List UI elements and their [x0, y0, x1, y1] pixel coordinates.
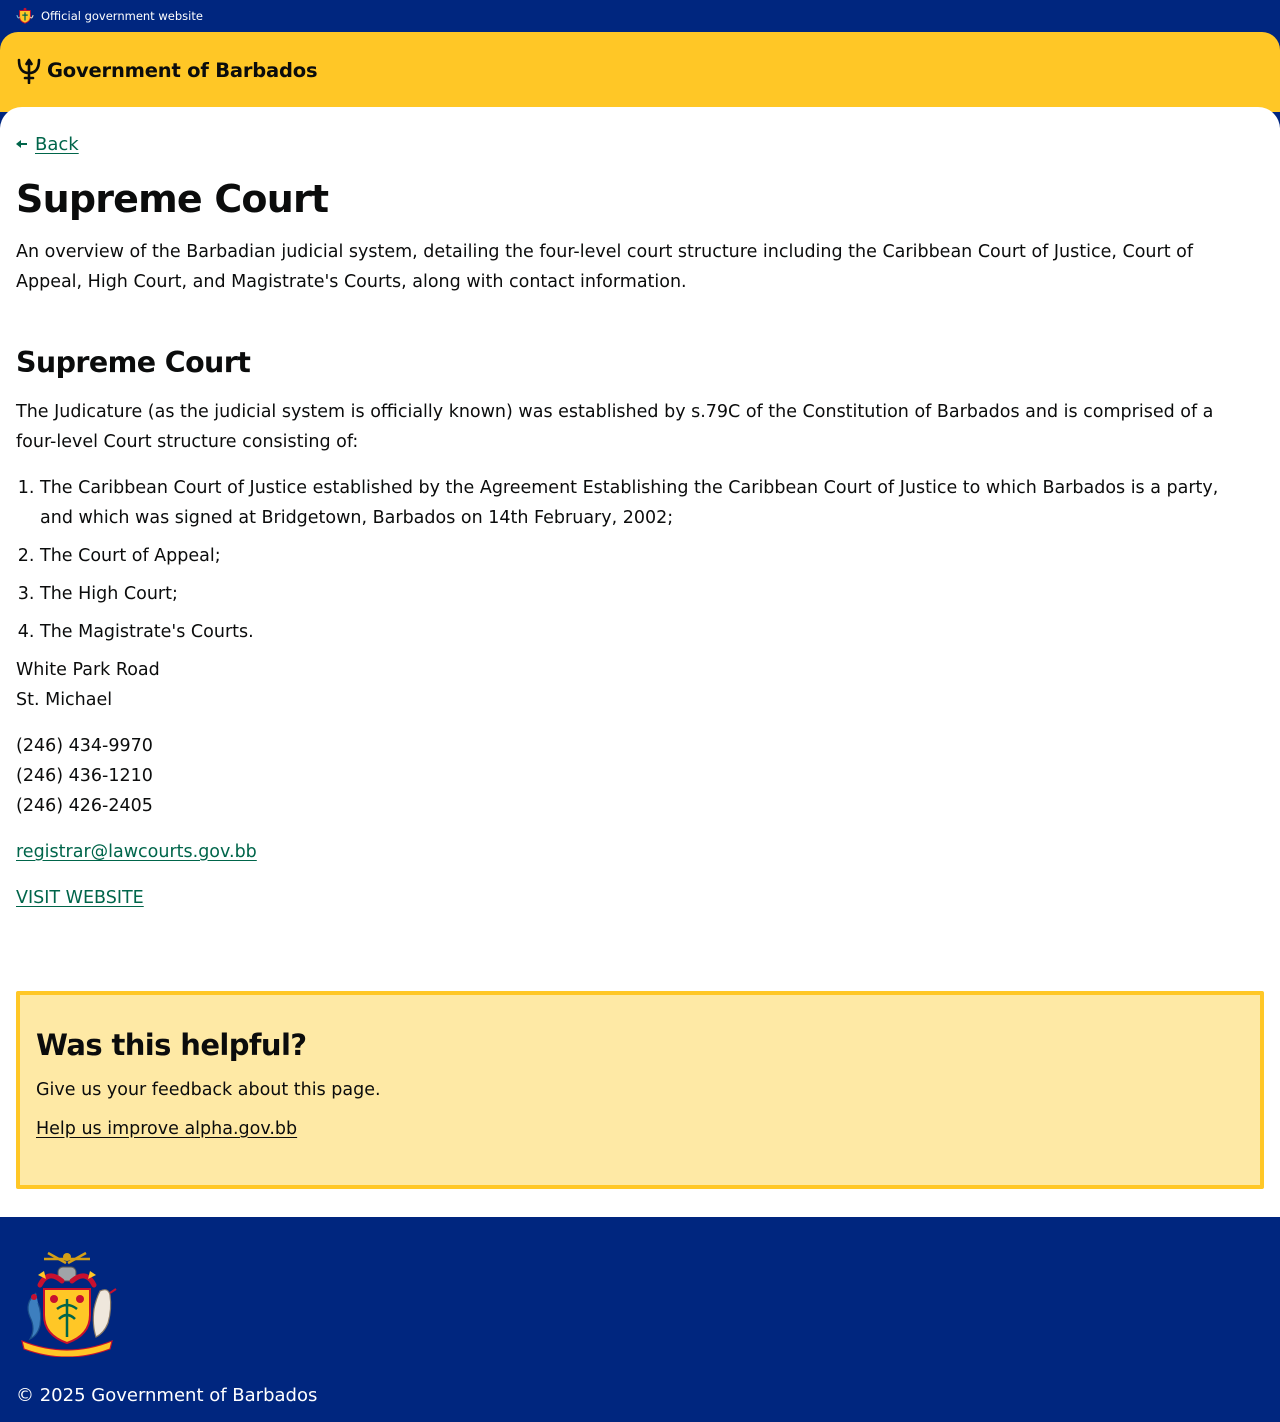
coat-of-arms-icon [21, 1251, 117, 1357]
address: White Park Road St. Michael [16, 655, 1264, 715]
feedback-link[interactable]: Help us improve alpha.gov.bb [36, 1119, 297, 1139]
address-line: St. Michael [16, 690, 113, 710]
main-content: Back Supreme Court An overview of the Ba… [0, 107, 1280, 1217]
official-site-label: Official government website [41, 9, 203, 23]
list-item: The Court of Appeal; [40, 541, 1256, 571]
barbados-crest-icon [16, 7, 34, 24]
section-heading: Supreme Court [16, 346, 251, 379]
arrow-left-icon [16, 140, 27, 148]
copyright: © 2025 Government of Barbados [16, 1385, 318, 1406]
phone-number: (246) 426-2405 [16, 796, 153, 816]
site-footer: © 2025 Government of Barbados [0, 1217, 1280, 1422]
list-item: The High Court; [40, 579, 1256, 609]
feedback-heading: Was this helpful? [36, 1028, 307, 1062]
phone-numbers: (246) 434-9970 (246) 436-1210 (246) 426-… [16, 731, 1264, 821]
back-link-row: Back [16, 133, 1264, 155]
page-summary: An overview of the Barbadian judicial sy… [16, 242, 1193, 292]
site-name: Government of Barbados [47, 58, 318, 82]
brand-header: Government of Barbados [0, 32, 1280, 112]
official-banner: Official government website [0, 0, 1280, 32]
trident-icon [17, 58, 41, 84]
back-link[interactable]: Back [35, 134, 79, 155]
court-levels-list: The Caribbean Court of Justice establish… [16, 473, 1256, 647]
home-logo-link[interactable]: Government of Barbados [16, 56, 318, 84]
email-row: registrar@lawcourts.gov.bb [16, 837, 1264, 867]
feedback-panel: Was this helpful? Give us your feedback … [16, 991, 1264, 1189]
section-intro: The Judicature (as the judicial system i… [16, 402, 1214, 452]
phone-number: (246) 434-9970 [16, 736, 153, 756]
list-item: The Caribbean Court of Justice establish… [40, 473, 1256, 533]
visit-website-link[interactable]: VISIT WEBSITE [16, 888, 144, 908]
website-row: VISIT WEBSITE [16, 883, 1264, 913]
phone-number: (246) 436-1210 [16, 766, 153, 786]
address-line: White Park Road [16, 660, 160, 680]
feedback-text: Give us your feedback about this page. [36, 1080, 381, 1100]
email-link[interactable]: registrar@lawcourts.gov.bb [16, 842, 257, 862]
list-item: The Magistrate's Courts. [40, 617, 1256, 647]
page-title: Supreme Court [16, 177, 329, 221]
